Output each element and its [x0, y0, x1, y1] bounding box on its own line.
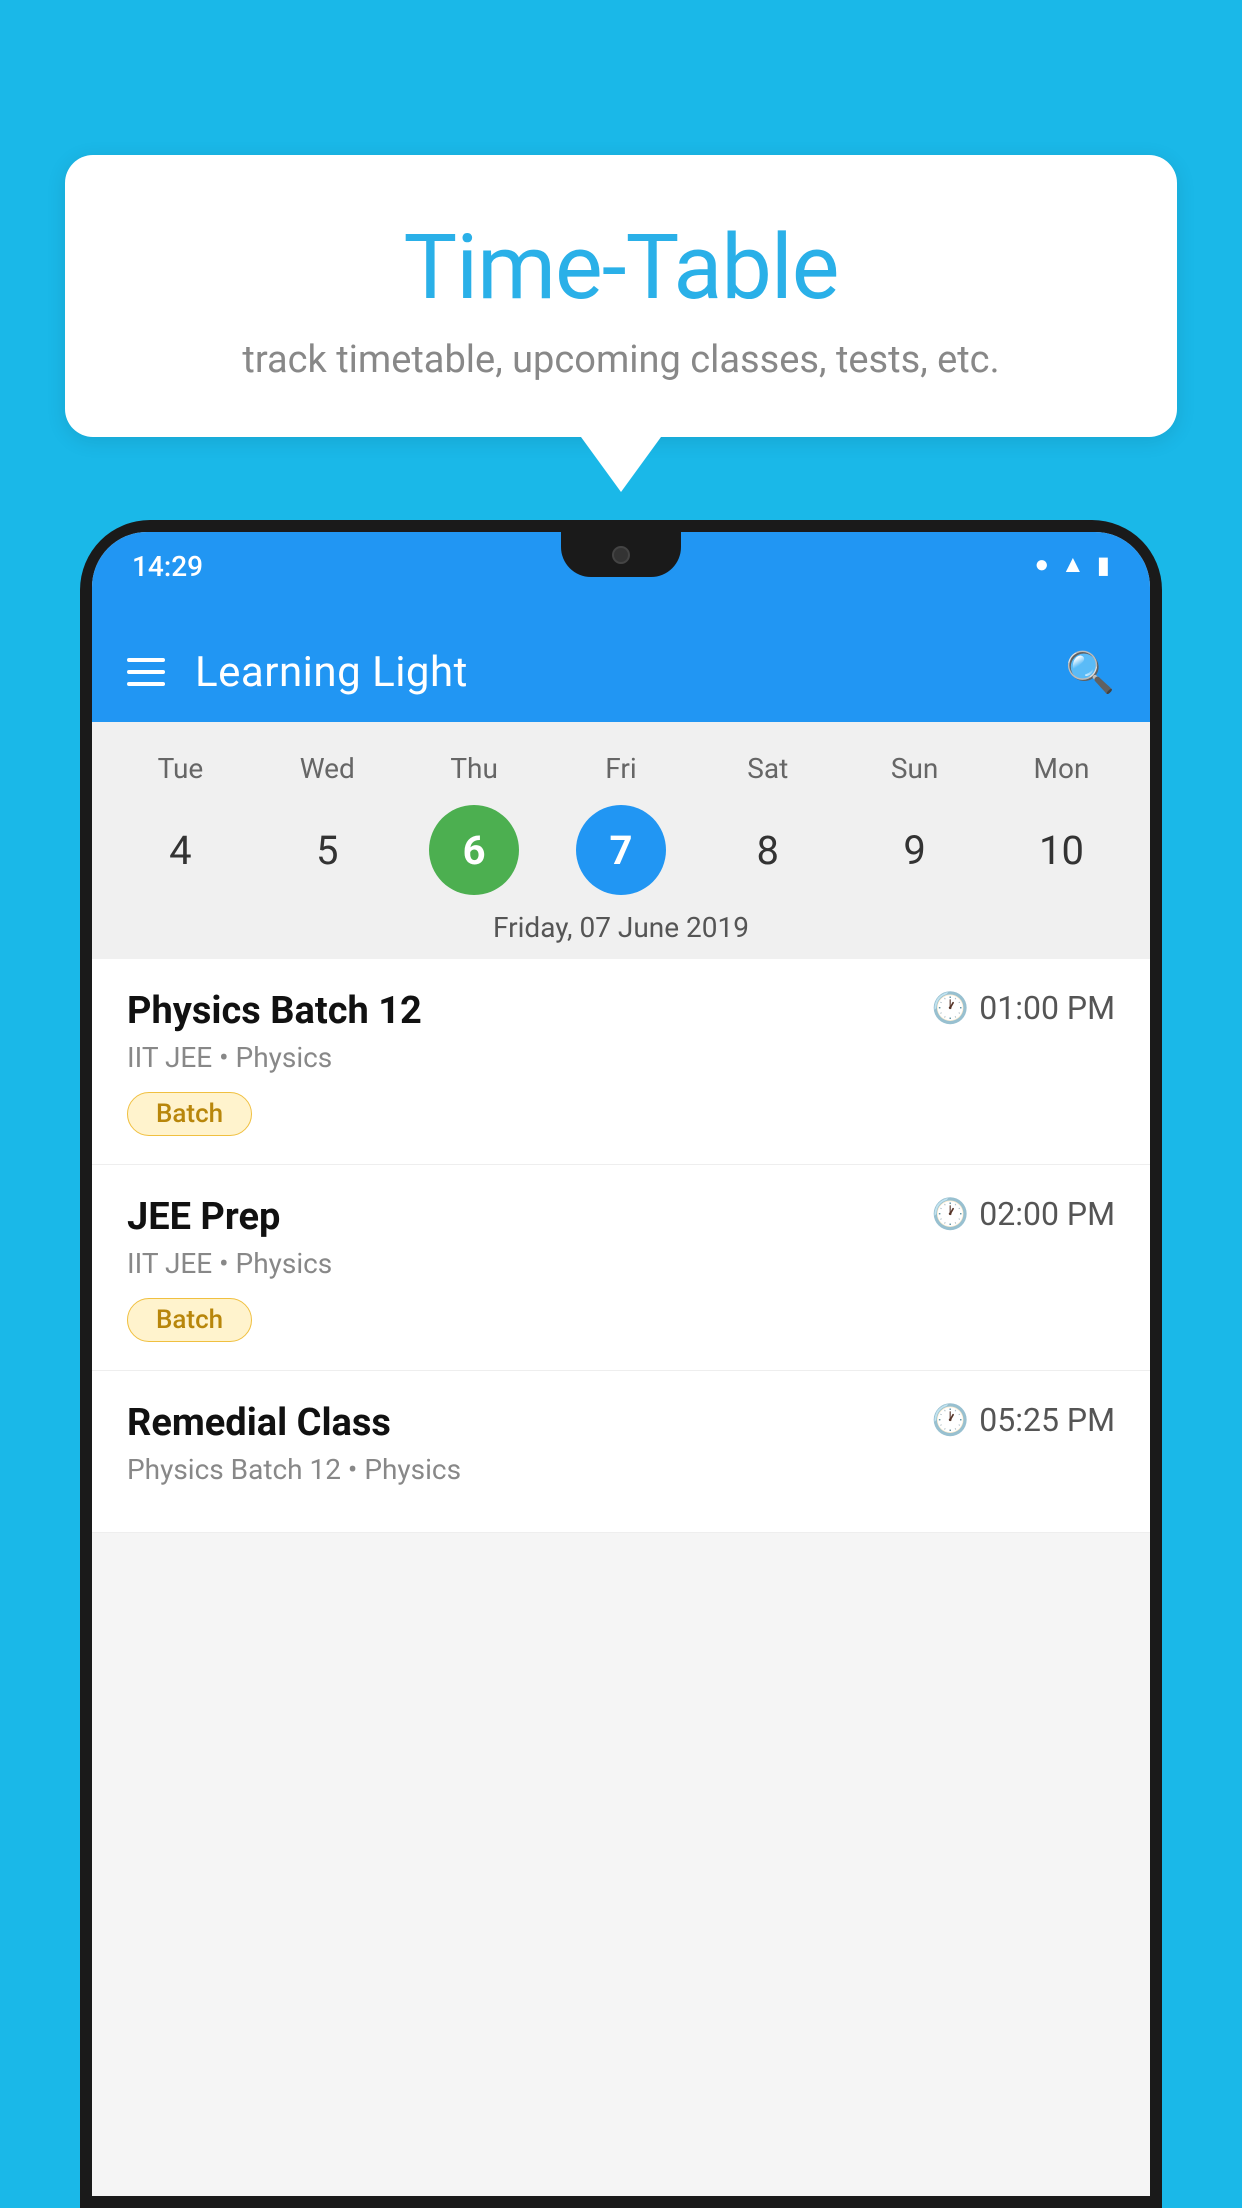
speech-bubble: Time-Table track timetable, upcoming cla…	[65, 155, 1177, 437]
clock-icon-3: 🕐	[932, 1403, 969, 1438]
schedule-item-1-time-value: 01:00 PM	[979, 989, 1115, 1027]
header-left: Learning Light	[127, 648, 468, 697]
schedule-item-2-time: 🕐 02:00 PM	[932, 1195, 1115, 1233]
schedule-item-1-time: 🕐 01:00 PM	[932, 989, 1115, 1027]
day-sat: Sat	[708, 752, 828, 785]
batch-badge-1: Batch	[127, 1092, 252, 1136]
speech-bubble-title: Time-Table	[125, 215, 1117, 320]
schedule-item-3-time: 🕐 05:25 PM	[932, 1401, 1115, 1439]
selected-date-label: Friday, 07 June 2019	[92, 903, 1150, 959]
day-thu: Thu	[414, 752, 534, 785]
speech-bubble-container: Time-Table track timetable, upcoming cla…	[65, 155, 1177, 492]
schedule-list: Physics Batch 12 🕐 01:00 PM IIT JEE • Ph…	[92, 959, 1150, 1533]
batch-badge-2: Batch	[127, 1298, 252, 1342]
clock-icon-1: 🕐	[932, 991, 969, 1026]
date-9[interactable]: 9	[870, 805, 960, 895]
app-title: Learning Light	[195, 648, 468, 697]
schedule-item-2-header: JEE Prep 🕐 02:00 PM	[127, 1195, 1115, 1239]
calendar-dates: 4 5 6 7 8 9 10	[92, 795, 1150, 903]
calendar-section: Tue Wed Thu Fri Sat Sun Mon 4 5 6 7 8 9 …	[92, 722, 1150, 959]
status-time: 14:29	[132, 550, 203, 583]
schedule-item-3-header: Remedial Class 🕐 05:25 PM	[127, 1401, 1115, 1445]
status-icons: ● ▲ ▮	[1035, 550, 1110, 579]
schedule-item-1-title: Physics Batch 12	[127, 989, 422, 1033]
phone-notch	[561, 532, 681, 577]
day-mon: Mon	[1001, 752, 1121, 785]
wifi-icon: ●	[1035, 550, 1050, 579]
schedule-item-3-subtitle: Physics Batch 12 • Physics	[127, 1453, 1115, 1486]
hamburger-line-3	[127, 682, 165, 686]
speech-bubble-arrow	[581, 437, 661, 492]
calendar-days-header: Tue Wed Thu Fri Sat Sun Mon	[92, 742, 1150, 795]
status-bar: 14:29 ● ▲ ▮	[92, 532, 1150, 622]
date-6-today[interactable]: 6	[429, 805, 519, 895]
schedule-item-2-time-value: 02:00 PM	[979, 1195, 1115, 1233]
date-7-selected[interactable]: 7	[576, 805, 666, 895]
day-fri: Fri	[561, 752, 681, 785]
schedule-item-2[interactable]: JEE Prep 🕐 02:00 PM IIT JEE • Physics Ba…	[92, 1165, 1150, 1371]
camera	[612, 546, 630, 564]
date-8[interactable]: 8	[723, 805, 813, 895]
hamburger-line-2	[127, 670, 165, 674]
schedule-item-1-header: Physics Batch 12 🕐 01:00 PM	[127, 989, 1115, 1033]
hamburger-line-1	[127, 658, 165, 662]
date-4[interactable]: 4	[135, 805, 225, 895]
schedule-item-1-subtitle: IIT JEE • Physics	[127, 1041, 1115, 1074]
schedule-item-2-subtitle: IIT JEE • Physics	[127, 1247, 1115, 1280]
app-header: Learning Light 🔍	[92, 622, 1150, 722]
signal-icon: ▲	[1061, 550, 1085, 579]
phone-screen: 14:29 ● ▲ ▮	[92, 532, 1150, 2196]
clock-icon-2: 🕐	[932, 1197, 969, 1232]
schedule-item-3-time-value: 05:25 PM	[979, 1401, 1115, 1439]
phone-frame: 14:29 ● ▲ ▮	[80, 520, 1162, 2208]
schedule-item-2-title: JEE Prep	[127, 1195, 280, 1239]
schedule-item-1[interactable]: Physics Batch 12 🕐 01:00 PM IIT JEE • Ph…	[92, 959, 1150, 1165]
date-5[interactable]: 5	[282, 805, 372, 895]
speech-bubble-subtitle: track timetable, upcoming classes, tests…	[125, 338, 1117, 382]
date-10[interactable]: 10	[1016, 805, 1106, 895]
day-tue: Tue	[120, 752, 240, 785]
battery-icon: ▮	[1097, 551, 1110, 579]
search-button[interactable]: 🔍	[1065, 649, 1115, 696]
menu-button[interactable]	[127, 658, 165, 686]
day-sun: Sun	[855, 752, 975, 785]
schedule-item-3-title: Remedial Class	[127, 1401, 391, 1445]
phone-container: 14:29 ● ▲ ▮	[80, 520, 1162, 2208]
schedule-item-3[interactable]: Remedial Class 🕐 05:25 PM Physics Batch …	[92, 1371, 1150, 1533]
day-wed: Wed	[267, 752, 387, 785]
